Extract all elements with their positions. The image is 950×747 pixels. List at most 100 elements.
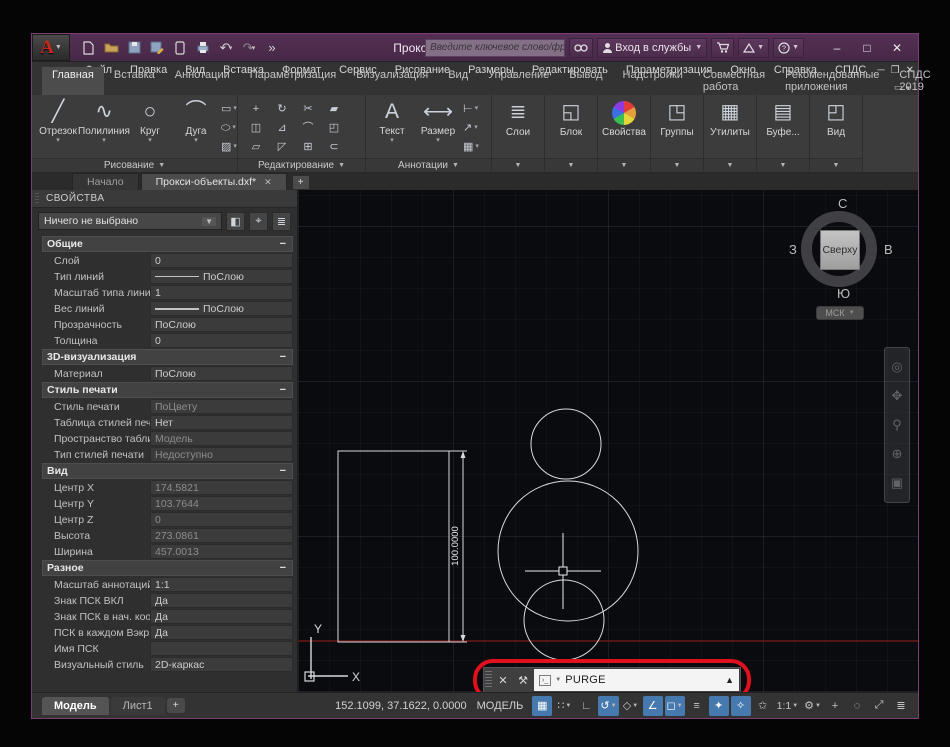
help-button[interactable]: ? ▼ [773, 38, 804, 58]
multileader-tool[interactable]: ⊢▾ [463, 102, 479, 116]
annotation-panel-footer[interactable]: Аннотации▼ [366, 158, 491, 172]
drawing-canvas[interactable]: 100.0000 Y [298, 190, 918, 692]
ribbon-tab[interactable]: Совместная работа [693, 67, 775, 95]
selection-dropdown[interactable]: Ничего не выбрано▼ [38, 212, 222, 230]
utilities-panel[interactable]: ▦ Утилиты ▼ [704, 95, 757, 172]
redo-button[interactable]: ↷▾ [239, 38, 259, 58]
tab-model[interactable]: Модель [42, 697, 109, 715]
new-drawing-button[interactable]: + [293, 176, 309, 189]
maximize-button[interactable]: □ [852, 37, 882, 59]
copy-tool[interactable]: ◫ [243, 118, 269, 137]
dimension-tool[interactable]: ⟷ Размер ▾ [415, 97, 461, 158]
polar-tracking-toggle[interactable]: ↺▼ [598, 696, 618, 716]
layers-panel[interactable]: ≣ Слои ▼ [492, 95, 545, 172]
draw-panel-footer[interactable]: Рисование▼ [32, 158, 237, 172]
property-row[interactable]: Визуальный стиль 2D-каркас [42, 657, 293, 672]
command-customize-icon[interactable]: ⚒ [513, 668, 533, 692]
property-row[interactable]: Центр Y 103.7644 [42, 496, 293, 511]
view-panel[interactable]: ◰ Вид ▼ [810, 95, 863, 172]
ribbon-collapse-button[interactable]: ▭▾ [894, 82, 910, 93]
orbit-icon[interactable]: ⊕ [892, 447, 903, 461]
clipboard-panel[interactable]: ▤ Буфе... ▼ [757, 95, 810, 172]
qat-more-button[interactable]: » [262, 38, 282, 58]
status-menu[interactable]: ≣▼ [891, 696, 911, 716]
property-row[interactable]: Тип линий ПоСлою [42, 269, 293, 284]
customization-gear[interactable]: ⚙▼ [802, 696, 823, 716]
close-tab-icon[interactable]: ✕ [264, 177, 272, 188]
property-row[interactable]: Масштаб аннотаций 1:1 [42, 577, 293, 592]
ribbon-tab[interactable]: Управление [478, 67, 559, 95]
erase-tool[interactable]: ▰ [321, 99, 347, 118]
stretch-tool[interactable]: ▱ [243, 137, 269, 156]
angle-toggle[interactable]: ∠▼ [643, 696, 663, 716]
property-row[interactable]: Толщина 0 [42, 333, 293, 348]
hatch-tool[interactable]: ▨▾ [221, 140, 237, 154]
viewcube-face-top[interactable]: Сверху [820, 230, 860, 270]
property-row[interactable]: Вид − [42, 463, 293, 479]
property-row[interactable]: Таблица стилей печ... Нет [42, 415, 293, 430]
toggle-pickadd-button[interactable]: ◧ [226, 212, 245, 231]
application-menu-button[interactable]: A ▼ [32, 34, 70, 61]
property-row[interactable]: Знак ПСК ВКЛ Да [42, 593, 293, 608]
property-row[interactable]: Прозрачность ПоСлою [42, 317, 293, 332]
ortho-toggle[interactable]: ∟▼ [576, 696, 596, 716]
isodraft-toggle[interactable]: ◇▼ [621, 696, 641, 716]
modify-panel-footer[interactable]: Редактирование▼ [238, 158, 365, 172]
leader-tool[interactable]: ↗▾ [463, 121, 479, 135]
tab-drawing[interactable]: Прокси-объекты.dxf* ✕ [141, 173, 287, 190]
groups-panel[interactable]: ◳ Группы ▼ [651, 95, 704, 172]
property-row[interactable]: Центр X 174.5821 [42, 480, 293, 495]
wcs-dropdown[interactable]: МСК▼ [816, 306, 864, 320]
ribbon-tab[interactable]: Вставка [104, 67, 165, 95]
explode-tool[interactable]: ◰ [321, 118, 347, 137]
a360-button[interactable]: ▼ [738, 38, 769, 58]
navigation-wheel-icon[interactable]: ◎ [891, 360, 902, 374]
sign-in-button[interactable]: Вход в службы▼ [597, 38, 707, 58]
block-panel[interactable]: ◱ Блок ▼ [545, 95, 598, 172]
viewcube-east[interactable]: В [884, 242, 893, 257]
annotation-scale-dropdown[interactable]: 1:1▼ [775, 696, 801, 716]
rotate-tool[interactable]: ↻ [269, 99, 295, 118]
property-row[interactable]: Масштаб типа линий 1 [42, 285, 293, 300]
open-file-button[interactable] [101, 38, 121, 58]
properties-panel[interactable]: Свойства ▼ [598, 95, 651, 172]
showmotion-icon[interactable]: ▣ [891, 476, 903, 490]
viewcube-south[interactable]: Ю [837, 286, 850, 301]
ribbon-tab[interactable]: Рекомендованные приложения [775, 67, 889, 95]
move-tool[interactable]: + [243, 99, 269, 118]
command-history-caret[interactable]: ▼ [555, 677, 561, 683]
property-row[interactable]: Тип стилей печати Недоступно [42, 447, 293, 462]
command-line-grip[interactable] [485, 671, 492, 689]
new-file-button[interactable] [78, 38, 98, 58]
navigation-bar[interactable]: ◎ ✥ ⚲ ⊕ ▣ [884, 347, 910, 503]
circle-tool[interactable]: ○ Круг ▾ [127, 97, 173, 158]
crosshair-toggle[interactable]: +▼ [825, 696, 845, 716]
property-row[interactable]: Знак ПСК в нач. коо... Да [42, 609, 293, 624]
rectangle-tool[interactable]: ▭▾ [221, 102, 237, 116]
offset-tool[interactable]: ⊂ [321, 137, 347, 156]
command-line[interactable]: ✕ ⚒ ›_ ▼ PURGE ▲ [483, 667, 741, 692]
property-row[interactable]: Вес линий ПоСлою [42, 301, 293, 316]
command-close-icon[interactable]: ✕ [493, 668, 513, 692]
search-input[interactable]: Введите ключевое слово/фразу [425, 39, 565, 57]
property-row[interactable]: Стиль печати ПоЦвету [42, 399, 293, 414]
close-button[interactable]: ✕ [882, 37, 912, 59]
isolate-objects[interactable]: ◌▼ [847, 696, 867, 716]
zoom-icon[interactable]: ⚲ [892, 418, 902, 432]
quick-select-button[interactable]: ≣ [272, 212, 291, 231]
lineweight-toggle[interactable]: ≡▼ [687, 696, 707, 716]
property-row[interactable]: Высота 273.0861 [42, 528, 293, 543]
select-objects-button[interactable]: ⌖ [249, 212, 268, 231]
annotation-visibility-toggle[interactable]: ✦▼ [709, 696, 729, 716]
search-button[interactable] [569, 38, 593, 58]
ribbon-tab[interactable]: Визуализация [346, 67, 438, 95]
ribbon-tab[interactable]: Аннотации [165, 67, 240, 95]
palette-header[interactable]: СВОЙСТВА [32, 190, 297, 208]
property-row[interactable]: Разное − [42, 560, 293, 576]
palette-grip[interactable] [35, 193, 39, 204]
pan-icon[interactable]: ✥ [892, 389, 903, 403]
grid-toggle[interactable]: ▦▼ [532, 696, 552, 716]
fillet-tool[interactable]: ⌒ [295, 118, 321, 137]
property-row[interactable]: Имя ПСК [42, 641, 293, 656]
trim-tool[interactable]: ✂ [295, 99, 321, 118]
